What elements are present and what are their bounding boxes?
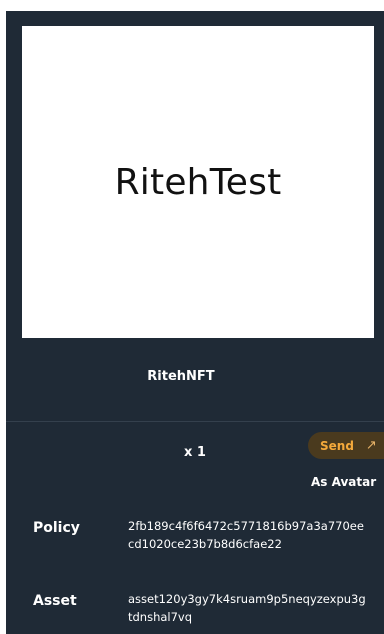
set-as-avatar-button[interactable]: As Avatar <box>311 475 376 489</box>
nft-image-text: RitehTest <box>114 161 282 203</box>
asset-value: asset120y3gy7k4sruam9p5neqyzexpu3gtdnsha… <box>128 592 366 624</box>
send-button[interactable]: Send ↗ <box>308 432 384 459</box>
policy-value: 2fb189c4f6f6472c5771816b97a3a770eecd1020… <box>128 519 364 551</box>
policy-label: Policy <box>33 520 80 536</box>
divider <box>6 421 384 422</box>
asset-label: Asset <box>33 593 77 609</box>
nft-detail-panel: RitehTest RitehNFT x 1 Send ↗ As Avatar … <box>6 11 384 634</box>
arrow-up-right-icon: ↗ <box>365 438 377 453</box>
send-button-label: Send <box>320 438 354 453</box>
nft-name: RitehNFT <box>147 369 215 384</box>
nft-image: RitehTest <box>22 26 374 338</box>
